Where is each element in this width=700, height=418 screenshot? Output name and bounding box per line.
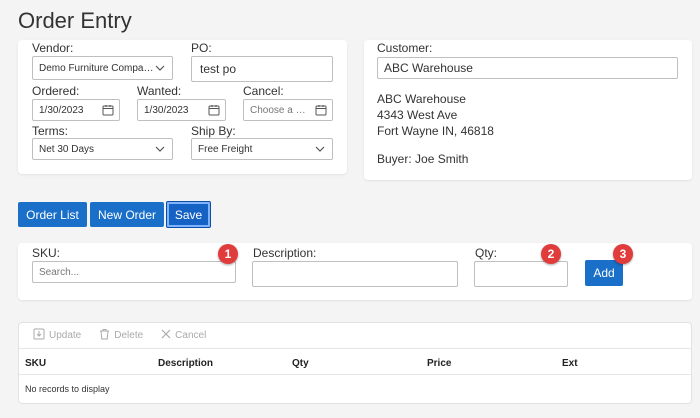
buyer-text: Buyer: Joe Smith — [377, 152, 469, 166]
po-input[interactable]: test po — [191, 56, 333, 82]
cancel-date-label: Cancel: — [243, 84, 284, 98]
column-header-price[interactable]: Price — [427, 358, 451, 369]
vendor-select[interactable]: Demo Furniture Company — [32, 56, 173, 80]
cancel-label: Cancel — [175, 330, 207, 341]
update-button[interactable]: Update — [33, 328, 81, 343]
step-badge-1: 1 — [218, 244, 238, 264]
terms-value: Net 30 Days — [39, 143, 95, 155]
wanted-value: 1/30/2023 — [144, 104, 189, 116]
update-label: Update — [49, 330, 82, 341]
chevron-down-icon — [314, 143, 326, 155]
ordered-label: Ordered: — [32, 84, 80, 98]
qty-label: Qty: — [475, 246, 498, 260]
delete-label: Delete — [114, 330, 144, 341]
column-header-ext[interactable]: Ext — [562, 358, 578, 369]
calendar-icon[interactable] — [205, 100, 223, 120]
wanted-label: Wanted: — [137, 84, 182, 98]
page-title: Order Entry — [18, 8, 132, 33]
delete-button[interactable]: Delete — [99, 328, 143, 343]
column-header-qty[interactable]: Qty — [292, 358, 309, 369]
ship-by-label: Ship By: — [191, 124, 236, 138]
grid-toolbar: Update Delete Cancel — [19, 323, 691, 349]
qty-input[interactable] — [474, 261, 568, 287]
po-value: test po — [200, 62, 237, 76]
delete-icon — [99, 328, 110, 343]
ordered-value: 1/30/2023 — [39, 104, 84, 116]
sku-placeholder: Search... — [39, 266, 80, 278]
cancel-placeholder: Choose a Da... — [250, 104, 312, 116]
wanted-date-input[interactable]: 1/30/2023 — [137, 99, 226, 121]
grid-empty-message: No records to display — [25, 384, 110, 394]
customer-address: ABC Warehouse 4343 West Ave Fort Wayne I… — [377, 91, 494, 139]
cancel-date-input[interactable]: Choose a Da... — [243, 99, 333, 121]
customer-card: Customer: ABC Warehouse ABC Warehouse 43… — [364, 40, 692, 180]
chevron-down-icon — [154, 62, 166, 74]
step-badge-2: 2 — [541, 244, 561, 264]
address-line: Fort Wayne IN, 46818 — [377, 124, 494, 138]
chevron-down-icon — [154, 143, 166, 155]
update-icon — [33, 328, 45, 343]
cancel-icon — [161, 329, 171, 342]
column-header-description[interactable]: Description — [158, 358, 213, 369]
new-order-button[interactable]: New Order — [90, 202, 164, 227]
description-label: Description: — [253, 246, 317, 260]
ship-by-value: Free Freight — [198, 143, 253, 155]
ordered-date-input[interactable]: 1/30/2023 — [32, 99, 120, 121]
order-details-card: Vendor: Demo Furniture Company PO: test … — [18, 40, 347, 174]
cancel-button[interactable]: Cancel — [161, 329, 206, 342]
sku-search-input[interactable]: Search... — [32, 261, 236, 283]
sku-label: SKU: — [32, 246, 61, 260]
ship-by-select[interactable]: Free Freight — [191, 138, 333, 160]
items-grid: Update Delete Cancel SKU Description Qty… — [18, 322, 692, 404]
calendar-icon[interactable] — [99, 100, 117, 120]
address-line: ABC Warehouse — [377, 92, 466, 106]
vendor-value: Demo Furniture Company — [39, 62, 154, 74]
vendor-label: Vendor: — [32, 41, 74, 55]
description-input[interactable] — [252, 261, 458, 287]
step-badge-3: 3 — [613, 244, 633, 264]
customer-input[interactable]: ABC Warehouse — [377, 57, 678, 79]
terms-label: Terms: — [32, 124, 68, 138]
order-list-button[interactable]: Order List — [18, 202, 87, 227]
terms-select[interactable]: Net 30 Days — [32, 138, 173, 160]
customer-label: Customer: — [377, 41, 433, 55]
customer-value: ABC Warehouse — [384, 61, 473, 75]
add-button[interactable]: Add — [585, 260, 623, 286]
address-line: 4343 West Ave — [377, 108, 458, 122]
grid-header-row: SKU Description Qty Price Ext — [19, 349, 691, 375]
column-header-sku[interactable]: SKU — [25, 358, 46, 369]
item-entry-card: SKU: Search... Description: Qty: Add — [18, 243, 692, 300]
save-button[interactable]: Save — [166, 201, 211, 228]
calendar-icon[interactable] — [312, 100, 330, 120]
po-label: PO: — [191, 41, 212, 55]
